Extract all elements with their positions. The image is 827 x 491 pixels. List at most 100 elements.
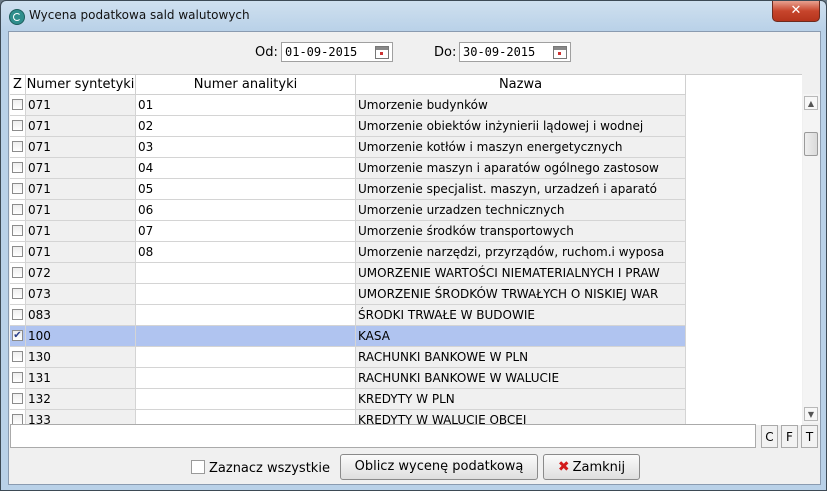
filter-input[interactable] xyxy=(10,424,756,448)
table-row[interactable]: 083 ŚRODKI TRWAŁE W BUDOWIE xyxy=(10,305,686,326)
row-check-cell[interactable] xyxy=(10,116,26,137)
filter-button-f[interactable]: F xyxy=(781,425,798,448)
scroll-thumb[interactable] xyxy=(804,132,818,156)
table-row[interactable]: 072 UMORZENIE WARTOŚCI NIEMATERIALNYCH I … xyxy=(10,263,686,284)
cell-synthetic[interactable]: 132 xyxy=(26,389,136,410)
row-checkbox[interactable] xyxy=(12,393,23,404)
cell-name[interactable]: KREDYTY W PLN xyxy=(356,389,686,410)
row-check-cell[interactable] xyxy=(10,305,26,326)
cell-synthetic[interactable]: 071 xyxy=(26,200,136,221)
cell-synthetic[interactable]: 071 xyxy=(26,221,136,242)
calendar-icon[interactable] xyxy=(375,46,389,59)
row-checkbox[interactable] xyxy=(12,288,23,299)
accounts-grid[interactable]: Z Numer syntetyki Numer analityki Nazwa … xyxy=(10,74,802,425)
cell-synthetic[interactable]: 071 xyxy=(26,158,136,179)
cell-synthetic[interactable]: 100 xyxy=(26,326,136,347)
row-checkbox[interactable] xyxy=(12,351,23,362)
filter-button-c[interactable]: C xyxy=(761,425,778,448)
select-all-checkbox[interactable]: Zaznacz wszystkie xyxy=(191,460,330,476)
cell-synthetic[interactable]: 073 xyxy=(26,284,136,305)
row-check-cell[interactable] xyxy=(10,200,26,221)
column-header-check[interactable]: Z xyxy=(10,75,26,95)
table-row[interactable]: 133 KREDYTY W WALUCIE OBCEJ xyxy=(10,410,686,425)
cell-analytic[interactable] xyxy=(136,389,356,410)
cell-analytic[interactable]: 07 xyxy=(136,221,356,242)
cell-synthetic[interactable]: 071 xyxy=(26,95,136,116)
row-check-cell[interactable]: ✔ xyxy=(10,326,26,347)
cell-name[interactable]: ŚRODKI TRWAŁE W BUDOWIE xyxy=(356,305,686,326)
cell-name[interactable]: Umorzenie maszyn i aparatów ogólnego zas… xyxy=(356,158,686,179)
row-checkbox[interactable] xyxy=(12,183,23,194)
cell-name[interactable]: Umorzenie urzadzen technicznych xyxy=(356,200,686,221)
cell-analytic[interactable] xyxy=(136,368,356,389)
cell-name[interactable]: Umorzenie środków transportowych xyxy=(356,221,686,242)
cell-name[interactable]: Umorzenie budynków xyxy=(356,95,686,116)
row-check-cell[interactable] xyxy=(10,389,26,410)
row-check-cell[interactable] xyxy=(10,263,26,284)
calendar-icon[interactable] xyxy=(553,46,567,59)
table-row[interactable]: 071 02 Umorzenie obiektów inżynierii lądow… xyxy=(10,116,686,137)
cell-analytic[interactable]: 01 xyxy=(136,95,356,116)
row-checkbox[interactable] xyxy=(12,372,23,383)
table-row[interactable]: 071 07 Umorzenie środków transportowych xyxy=(10,221,686,242)
filter-button-t[interactable]: T xyxy=(801,425,818,448)
table-row[interactable]: 130 RACHUNKI BANKOWE W PLN xyxy=(10,347,686,368)
cell-synthetic[interactable]: 133 xyxy=(26,410,136,425)
cell-analytic[interactable]: 08 xyxy=(136,242,356,263)
cell-analytic[interactable]: 04 xyxy=(136,158,356,179)
table-row[interactable]: 131 RACHUNKI BANKOWE W WALUCIE xyxy=(10,368,686,389)
cell-analytic[interactable] xyxy=(136,284,356,305)
cell-name[interactable]: Umorzenie obiektów inżynierii lądowej i … xyxy=(356,116,686,137)
column-header-name[interactable]: Nazwa xyxy=(356,75,686,95)
cell-analytic[interactable]: 02 xyxy=(136,116,356,137)
cell-name[interactable]: UMORZENIE ŚRODKÓW TRWAŁYCH O NISKIEJ WAR xyxy=(356,284,686,305)
cell-analytic[interactable] xyxy=(136,347,356,368)
row-checkbox[interactable] xyxy=(12,99,23,110)
row-checkbox[interactable] xyxy=(12,267,23,278)
window-close-button[interactable]: ✕ xyxy=(772,1,820,22)
cell-synthetic[interactable]: 072 xyxy=(26,263,136,284)
column-header-analytic[interactable]: Numer analityki xyxy=(136,75,356,95)
row-checkbox[interactable] xyxy=(12,309,23,320)
checkmark-icon[interactable]: ✔ xyxy=(12,330,23,341)
cell-synthetic[interactable]: 083 xyxy=(26,305,136,326)
cell-name[interactable]: UMORZENIE WARTOŚCI NIEMATERIALNYCH I PRA… xyxy=(356,263,686,284)
table-row[interactable]: 071 06 Umorzenie urzadzen technicznych xyxy=(10,200,686,221)
row-check-cell[interactable] xyxy=(10,179,26,200)
scroll-up-icon[interactable]: ▲ xyxy=(804,96,818,110)
row-checkbox[interactable] xyxy=(12,204,23,215)
cell-name[interactable]: Umorzenie narzędzi, przyrządów, ruchom.i… xyxy=(356,242,686,263)
row-check-cell[interactable] xyxy=(10,95,26,116)
row-check-cell[interactable] xyxy=(10,368,26,389)
cell-analytic[interactable] xyxy=(136,326,356,347)
cell-synthetic[interactable]: 071 xyxy=(26,137,136,158)
table-row[interactable]: 071 05 Umorzenie specjalist. maszyn, urzad… xyxy=(10,179,686,200)
cell-name[interactable]: RACHUNKI BANKOWE W PLN xyxy=(356,347,686,368)
cell-name[interactable]: Umorzenie specjalist. maszyn, urzadzeń i… xyxy=(356,179,686,200)
cell-synthetic[interactable]: 131 xyxy=(26,368,136,389)
table-row[interactable]: 071 04 Umorzenie maszyn i aparatów ogólneg… xyxy=(10,158,686,179)
table-row[interactable]: ✔ 100 KASA xyxy=(10,326,686,347)
scroll-down-icon[interactable]: ▼ xyxy=(804,407,818,421)
row-check-cell[interactable] xyxy=(10,242,26,263)
cell-synthetic[interactable]: 130 xyxy=(26,347,136,368)
table-row[interactable]: 071 01 Umorzenie budynków xyxy=(10,95,686,116)
cell-synthetic[interactable]: 071 xyxy=(26,179,136,200)
cell-analytic[interactable] xyxy=(136,410,356,425)
compute-valuation-button[interactable]: Oblicz wycenę podatkową xyxy=(340,454,538,480)
column-header-synthetic[interactable]: Numer syntetyki xyxy=(26,75,136,95)
row-checkbox[interactable] xyxy=(12,120,23,131)
cell-name[interactable]: RACHUNKI BANKOWE W WALUCIE xyxy=(356,368,686,389)
row-checkbox[interactable] xyxy=(12,141,23,152)
cell-synthetic[interactable]: 071 xyxy=(26,116,136,137)
row-check-cell[interactable] xyxy=(10,347,26,368)
cell-synthetic[interactable]: 071 xyxy=(26,242,136,263)
cell-name[interactable]: KASA xyxy=(356,326,686,347)
cell-analytic[interactable] xyxy=(136,263,356,284)
date-from-field[interactable]: 01-09-2015 xyxy=(281,42,393,62)
row-check-cell[interactable] xyxy=(10,158,26,179)
close-button[interactable]: ✖ Zamknij xyxy=(543,454,640,480)
row-checkbox[interactable] xyxy=(12,162,23,173)
select-all-box[interactable] xyxy=(191,460,205,474)
cell-name[interactable]: Umorzenie kotłów i maszyn energetycznych xyxy=(356,137,686,158)
